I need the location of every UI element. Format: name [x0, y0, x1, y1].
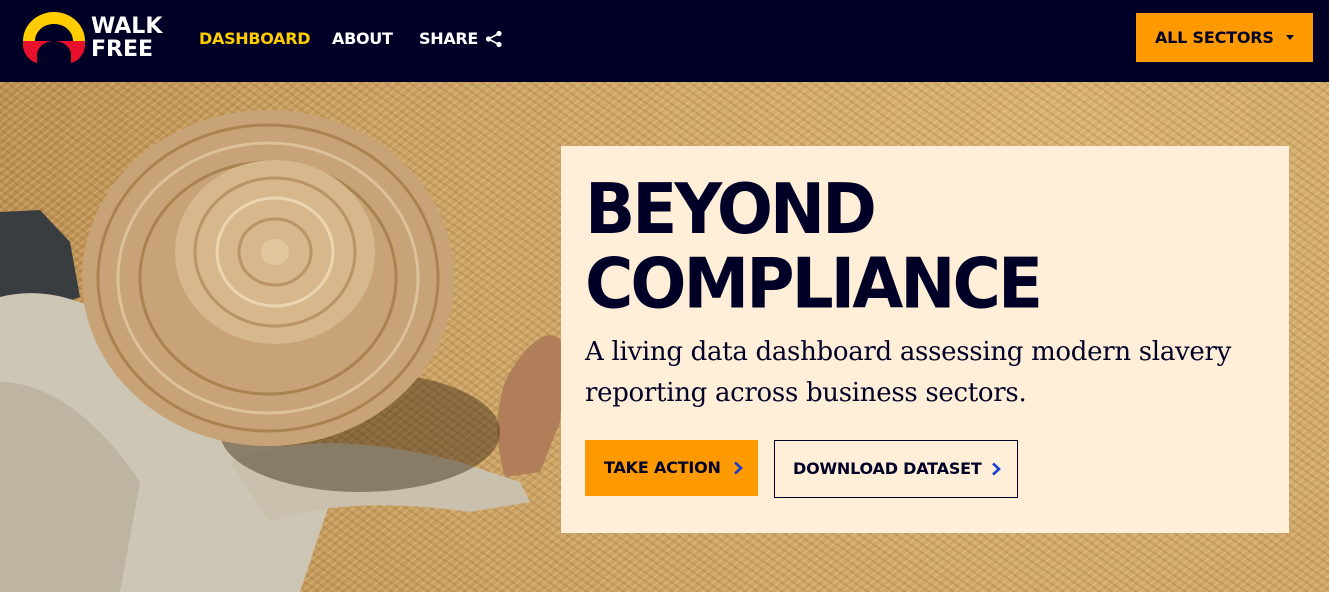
caret-down-icon	[1286, 35, 1294, 40]
walk-free-logo-mark	[23, 12, 85, 63]
nav-dashboard-link[interactable]: DASHBOARD	[199, 28, 311, 50]
page-title: BEYOND COMPLIANCE	[585, 168, 1043, 325]
logo-word-walk: WALK	[91, 14, 163, 39]
take-action-button[interactable]: TAKE ACTION	[585, 440, 758, 496]
nav-share-link[interactable]: SHARE	[419, 28, 478, 50]
logo-wordmark: WALK FREE	[91, 15, 162, 61]
download-dataset-label: DOWNLOAD DATASET	[793, 459, 982, 478]
hero-subtitle: A living data dashboard assessing modern…	[585, 337, 1232, 408]
title-line-1: BEYOND	[585, 168, 877, 250]
title-line-2: COMPLIANCE	[585, 243, 1043, 325]
hero-section: BEYOND COMPLIANCE A living data dashboar…	[0, 82, 1329, 592]
all-sectors-label: ALL SECTORS	[1155, 28, 1274, 47]
nav-about-link[interactable]: ABOUT	[332, 28, 393, 50]
top-nav: WALK FREE DASHBOARD ABOUT SHARE ALL SECT…	[0, 0, 1329, 82]
download-dataset-button[interactable]: DOWNLOAD DATASET	[774, 440, 1018, 498]
chevron-right-icon	[733, 461, 743, 480]
all-sectors-dropdown[interactable]: ALL SECTORS	[1136, 13, 1313, 62]
walk-free-logo[interactable]: WALK FREE	[21, 11, 171, 67]
chevron-right-icon	[991, 462, 1001, 481]
take-action-label: TAKE ACTION	[604, 458, 721, 477]
hero-card: BEYOND COMPLIANCE A living data dashboar…	[561, 146, 1289, 533]
logo-word-free: FREE	[91, 37, 154, 62]
share-icon[interactable]	[485, 30, 503, 53]
